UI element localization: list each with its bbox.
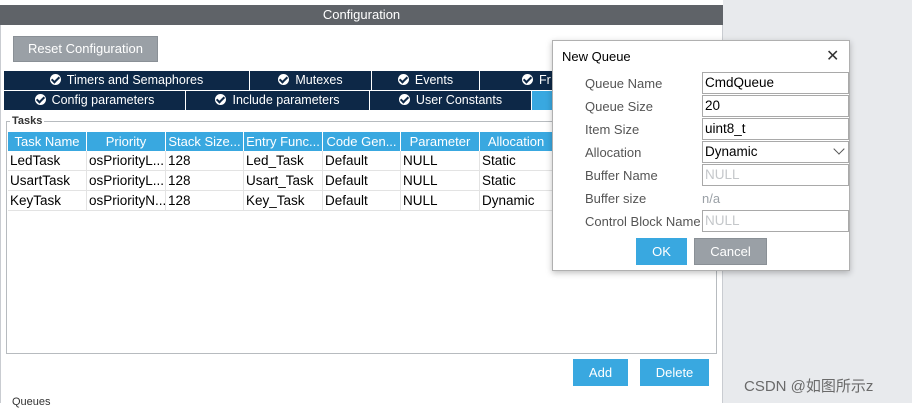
table-row[interactable]: UsartTask osPriorityL... 128 Usart_Task …: [8, 171, 553, 191]
queue-name-input[interactable]: CmdQueue: [702, 72, 849, 94]
column-header[interactable]: Stack Size...: [166, 132, 244, 151]
delete-task-button[interactable]: Delete: [640, 359, 709, 386]
table-cell: LedTask: [8, 151, 87, 171]
allocation-select[interactable]: Dynamic: [702, 141, 849, 163]
queue-size-label: Queue Size: [585, 99, 653, 114]
watermark: CSDN @如图所示z: [744, 378, 874, 395]
tab-mutexes[interactable]: Mutexes: [250, 71, 372, 90]
tab-config-parameters[interactable]: Config parameters: [4, 91, 186, 110]
table-cell: KeyTask: [8, 191, 87, 211]
table-cell: 128: [166, 191, 244, 211]
table-cell: UsartTask: [8, 171, 87, 191]
control-block-name-input[interactable]: NULL: [702, 210, 849, 232]
column-header[interactable]: Entry Func...: [244, 132, 323, 151]
reset-configuration-button[interactable]: Reset Configuration: [13, 36, 158, 62]
column-header[interactable]: Allocation: [480, 132, 553, 151]
table-cell: NULL: [401, 191, 480, 211]
buffer-size-value: n/a: [702, 191, 721, 206]
check-icon: [522, 74, 533, 85]
queues-group-label: Queues: [12, 396, 51, 408]
tasks-group-label: Tasks: [10, 115, 45, 127]
table-cell: osPriorityL...: [87, 151, 166, 171]
buffer-name-label: Buffer Name: [585, 168, 658, 183]
column-header[interactable]: Code Gen...: [323, 132, 401, 151]
table-cell: Key_Task: [244, 191, 323, 211]
table-row[interactable]: LedTask osPriorityL... 128 Led_Task Defa…: [8, 151, 553, 171]
table-cell: Default: [323, 191, 401, 211]
ok-button[interactable]: OK: [636, 238, 687, 265]
tab-timers-semaphores[interactable]: Timers and Semaphores: [4, 71, 250, 90]
item-size-label: Item Size: [585, 122, 640, 137]
check-icon: [34, 94, 46, 105]
check-icon: [278, 74, 290, 85]
cancel-button[interactable]: Cancel: [694, 238, 767, 265]
table-cell: Static: [480, 171, 553, 191]
table-cell: Usart_Task: [244, 171, 323, 191]
table-cell: osPriorityN...: [87, 191, 166, 211]
tab-user-constants[interactable]: User Constants: [370, 91, 532, 110]
table-row[interactable]: KeyTask osPriorityN... 128 Key_Task Defa…: [8, 191, 553, 211]
dialog-title: New Queue: [562, 49, 631, 64]
chevron-down-icon: [833, 143, 845, 155]
close-icon[interactable]: ✕: [826, 46, 839, 66]
table-cell: Default: [323, 171, 401, 191]
queue-size-input[interactable]: 20: [702, 95, 849, 117]
control-block-name-label: Control Block Name: [585, 214, 701, 229]
check-icon: [49, 74, 61, 85]
tab-freertos[interactable]: Fr: [480, 71, 560, 90]
check-icon: [398, 94, 410, 105]
add-task-button[interactable]: Add: [573, 359, 628, 386]
table-cell: NULL: [401, 171, 480, 191]
check-icon: [397, 74, 409, 85]
table-cell: 128: [166, 151, 244, 171]
table-cell: NULL: [401, 151, 480, 171]
item-size-input[interactable]: uint8_t: [702, 118, 849, 140]
allocation-label: Allocation: [585, 145, 642, 160]
column-header[interactable]: Task Name: [8, 132, 87, 151]
table-cell: Static: [480, 151, 553, 171]
queue-name-label: Queue Name: [585, 76, 663, 91]
table-cell: Led_Task: [244, 151, 323, 171]
check-icon: [215, 94, 227, 105]
buffer-size-label: Buffer size: [585, 191, 647, 206]
table-cell: 128: [166, 171, 244, 191]
tab-events[interactable]: Events: [372, 71, 480, 90]
new-queue-dialog: New Queue ✕ Queue Name CmdQueue Queue Si…: [552, 40, 850, 271]
table-cell: osPriorityL...: [87, 171, 166, 191]
window-title: Configuration: [0, 5, 723, 25]
buffer-name-input[interactable]: NULL: [702, 164, 849, 186]
table-cell: Dynamic: [480, 191, 553, 211]
column-header[interactable]: Parameter: [401, 132, 480, 151]
tab-include-parameters[interactable]: Include parameters: [186, 91, 370, 110]
table-cell: Default: [323, 151, 401, 171]
allocation-value: Dynamic: [705, 144, 758, 159]
column-header[interactable]: Priority: [87, 132, 166, 151]
